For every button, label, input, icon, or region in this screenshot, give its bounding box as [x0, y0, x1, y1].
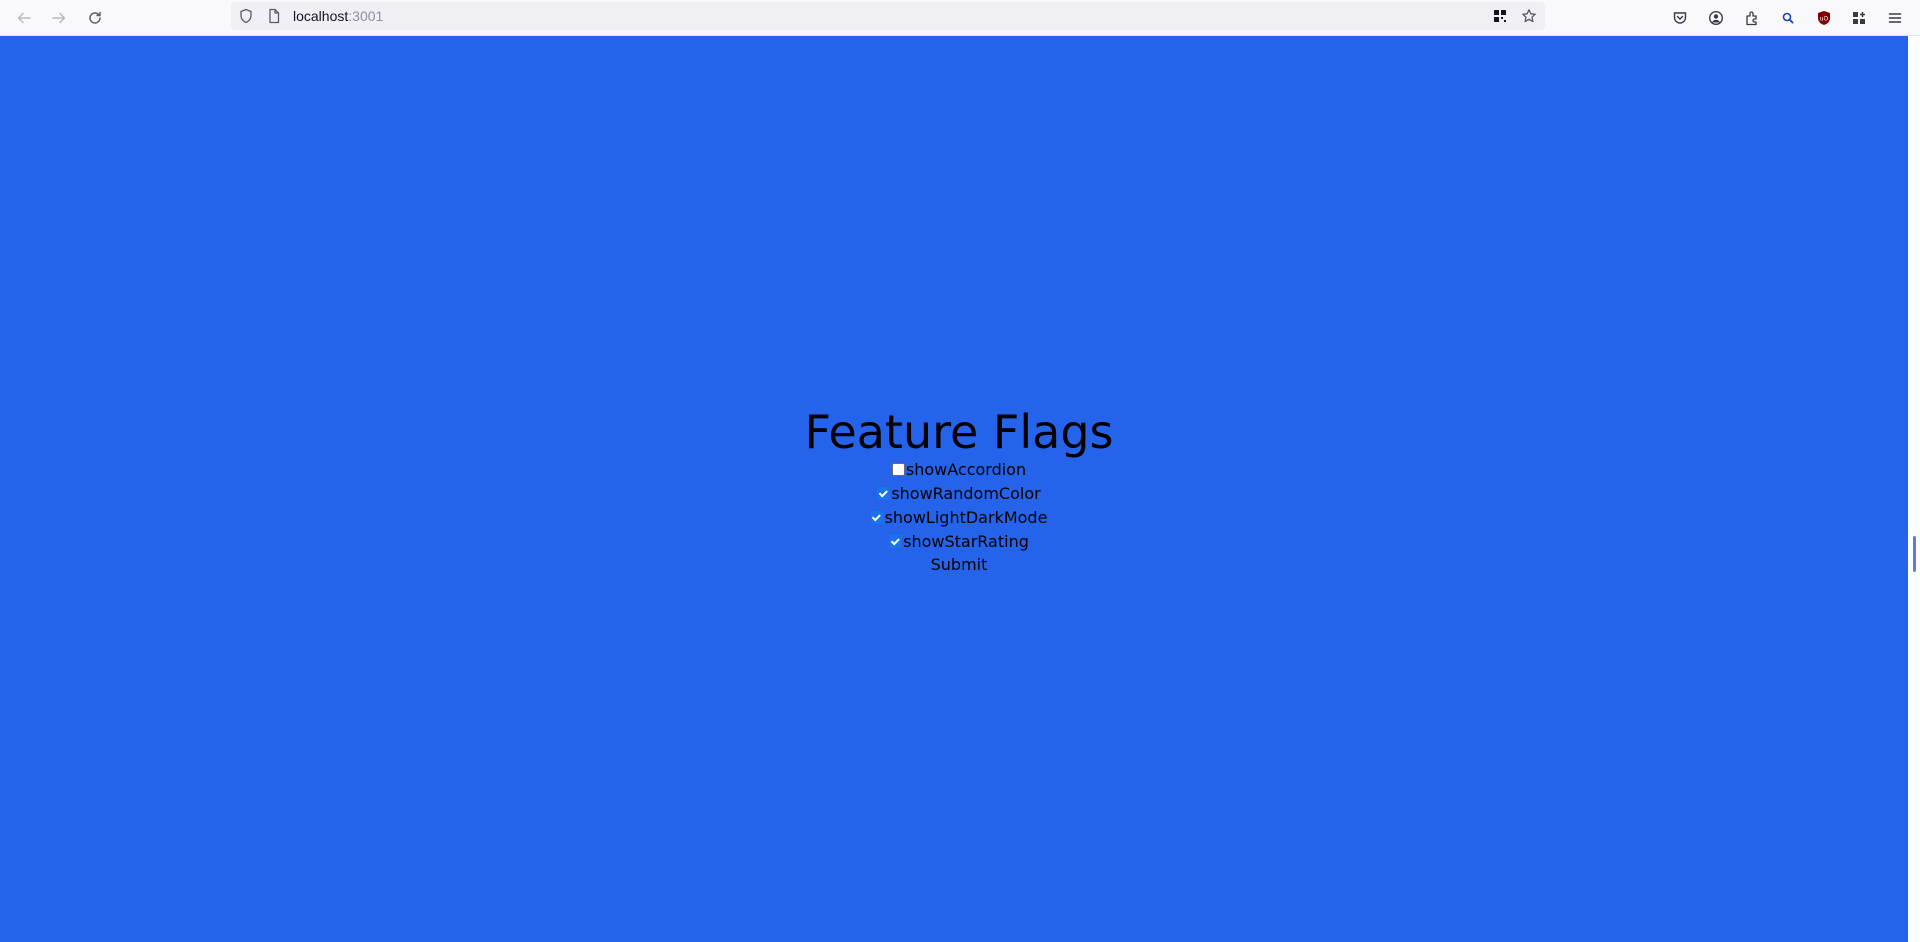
url-text[interactable]: localhost:3001: [293, 8, 383, 24]
star-icon[interactable]: [1520, 7, 1538, 25]
reload-icon[interactable]: [84, 7, 106, 29]
checkbox-show-accordion[interactable]: [891, 462, 905, 476]
flag-row-show-random-color[interactable]: showRandomColor: [0, 481, 1918, 505]
ublock-origin-icon[interactable]: uO: [1813, 7, 1835, 29]
svg-text:uO: uO: [1820, 16, 1829, 23]
flag-label-show-light-dark-mode: showLightDarkMode: [884, 507, 1048, 527]
forward-arrow-icon[interactable]: [48, 7, 70, 29]
page-title: Feature Flags: [804, 405, 1114, 459]
checkbox-show-light-dark-mode[interactable]: [870, 510, 884, 524]
pocket-icon[interactable]: [1669, 7, 1691, 29]
url-bar[interactable]: localhost:3001: [231, 2, 1545, 30]
flag-row-show-star-rating[interactable]: showStarRating: [0, 529, 1918, 553]
checkbox-show-star-rating[interactable]: [889, 534, 903, 548]
feature-flags-form: Feature Flags showAccordion showRandomCo…: [0, 36, 1908, 942]
page-icon[interactable]: [265, 7, 283, 25]
checkbox-show-random-color[interactable]: [877, 486, 891, 500]
search-extension-icon[interactable]: [1777, 7, 1799, 29]
url-host: localhost: [293, 8, 349, 24]
url-port: :3001: [348, 8, 384, 24]
flag-label-show-accordion: showAccordion: [905, 459, 1027, 479]
browser-toolbar: localhost:3001 uO: [0, 0, 1920, 36]
flag-row-show-light-dark-mode[interactable]: showLightDarkMode: [0, 505, 1918, 529]
back-arrow-icon[interactable]: [13, 7, 35, 29]
page-viewport: Feature Flags showAccordion showRandomCo…: [0, 36, 1908, 942]
account-icon[interactable]: [1705, 7, 1727, 29]
flag-label-show-random-color: showRandomColor: [891, 483, 1041, 503]
flag-row-show-accordion[interactable]: showAccordion: [0, 457, 1918, 481]
hamburger-menu-icon[interactable]: [1884, 7, 1906, 29]
submit-button[interactable]: Submit: [0, 553, 1918, 577]
extensions-icon[interactable]: [1741, 7, 1763, 29]
shield-icon[interactable]: [237, 7, 255, 25]
addons-grid-icon[interactable]: [1848, 7, 1870, 29]
scrollbar-thumb[interactable]: [1913, 536, 1916, 572]
qr-code-icon[interactable]: [1491, 7, 1509, 25]
flag-label-show-star-rating: showStarRating: [903, 531, 1029, 551]
page-scrollbar[interactable]: [1908, 36, 1920, 942]
